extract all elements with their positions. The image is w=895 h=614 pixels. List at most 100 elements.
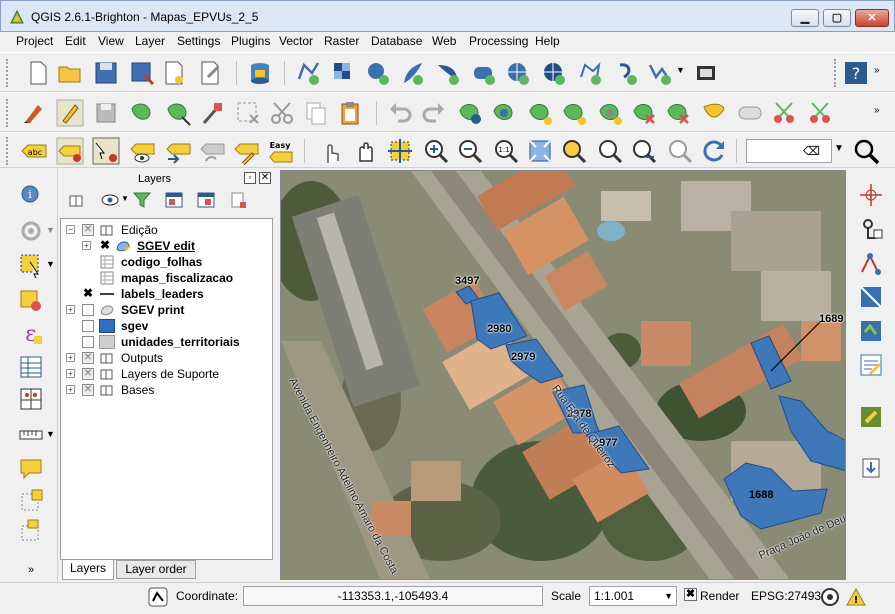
menu-settings[interactable]: Settings: [177, 34, 220, 48]
minimize-button[interactable]: ▁: [791, 9, 819, 27]
identify-settings-icon[interactable]: [18, 218, 44, 244]
move-feature-icon[interactable]: [164, 99, 192, 127]
coordinate-field[interactable]: -113353.1,-105493.4: [243, 586, 543, 606]
toolbar-overflow-icon[interactable]: »: [28, 564, 34, 576]
float-panel-button[interactable]: ▫: [244, 172, 256, 184]
split-features-icon[interactable]: [736, 99, 764, 127]
zoom-next-icon[interactable]: [666, 137, 694, 165]
collapse-all-icon[interactable]: [196, 190, 216, 210]
manage-visibility-icon[interactable]: [100, 190, 120, 210]
move-label-icon[interactable]: [164, 137, 192, 165]
add-delimited-text-layer-icon[interactable]: [612, 59, 640, 87]
zoom-full-icon[interactable]: [526, 137, 554, 165]
layer-checkbox[interactable]: [82, 320, 94, 332]
layer-checkbox[interactable]: ✕: [82, 368, 94, 380]
tree-row-sgev-print[interactable]: + SGEV print: [61, 302, 272, 318]
delete-ring-icon[interactable]: [596, 99, 624, 127]
save-layer-edits-icon[interactable]: [92, 99, 120, 127]
dropdown-arrow-icon[interactable]: ▼: [46, 225, 55, 235]
remove-layer-icon[interactable]: [228, 190, 248, 210]
show-hide-labels-icon[interactable]: [128, 137, 156, 165]
dropdown-arrow-icon[interactable]: ▼: [46, 259, 55, 269]
scale-combobox[interactable]: 1:1.001 ▼: [589, 586, 677, 606]
menu-edit[interactable]: Edit: [65, 34, 86, 48]
layer-checkbox[interactable]: [82, 336, 94, 348]
add-part-icon[interactable]: [526, 99, 554, 127]
expand-icon[interactable]: +: [66, 305, 75, 314]
zoom-actual-size-icon[interactable]: 1:1: [492, 137, 520, 165]
change-label-icon[interactable]: [232, 137, 260, 165]
offset-curve-icon[interactable]: [700, 99, 728, 127]
toggle-editing-icon[interactable]: [56, 99, 84, 127]
paste-features-icon[interactable]: [336, 99, 364, 127]
map-tips-icon[interactable]: [18, 456, 44, 482]
layer-checkbox[interactable]: ✖: [82, 287, 94, 300]
coordinate-capture-icon[interactable]: [148, 587, 168, 607]
topology-checker-icon[interactable]: [858, 250, 884, 276]
layer-checkbox[interactable]: ✕: [82, 352, 94, 364]
tree-row-codigo-folhas[interactable]: codigo_folhas: [61, 254, 272, 270]
locator-search-input[interactable]: ⌫: [746, 139, 832, 163]
map-canvas[interactable]: 3497 2980 2979 2978 2977 1688 1689 Rua E…: [280, 170, 846, 580]
reshape-feature-icon[interactable]: [664, 99, 692, 127]
toolbar-overflow-icon[interactable]: »: [874, 65, 880, 76]
tree-row-unidades-territoriais[interactable]: unidades_territoriais: [61, 334, 272, 350]
cut-features-icon[interactable]: [268, 99, 296, 127]
zoom-out-icon[interactable]: [456, 137, 484, 165]
save-as-icon[interactable]: [128, 59, 156, 87]
add-feature-icon[interactable]: [128, 99, 156, 127]
add-mssql-layer-icon[interactable]: [434, 59, 462, 87]
node-tool-icon[interactable]: [198, 99, 226, 127]
layer-tree[interactable]: − ✕ Edição + ✖ SGEV edit codigo_folhas m…: [60, 218, 273, 560]
layer-labeling-icon[interactable]: abc: [20, 137, 48, 165]
pan-map-icon[interactable]: [352, 137, 380, 165]
import-icon[interactable]: [858, 454, 884, 480]
help-icon[interactable]: ?: [842, 59, 870, 87]
render-checkbox[interactable]: ✖: [684, 588, 697, 601]
new-project-icon[interactable]: [24, 59, 52, 87]
dropdown-arrow-icon[interactable]: ▼: [46, 429, 55, 439]
save-project-icon[interactable]: [92, 59, 120, 87]
rotate-label-icon[interactable]: [198, 137, 226, 165]
menu-processing[interactable]: Processing: [469, 34, 528, 48]
new-shapefile-icon[interactable]: [646, 59, 674, 87]
add-wfs-layer-icon[interactable]: [576, 59, 604, 87]
virtual-layer-icon[interactable]: [692, 59, 720, 87]
expand-icon[interactable]: +: [66, 385, 75, 394]
tab-layers[interactable]: Layers: [62, 560, 114, 580]
add-group-icon[interactable]: [66, 190, 86, 210]
add-wms-layer-icon[interactable]: [504, 59, 532, 87]
menu-layer[interactable]: Layer: [135, 34, 165, 48]
delete-part-icon[interactable]: [630, 99, 658, 127]
new-print-composer-icon[interactable]: [160, 59, 188, 87]
tree-row-layers-de-suporte[interactable]: + ✕ Layers de Suporte: [61, 366, 272, 382]
expand-icon[interactable]: +: [66, 369, 75, 378]
add-spatialite-layer-icon[interactable]: [398, 59, 426, 87]
copy-features-icon[interactable]: [302, 99, 330, 127]
select-features-icon[interactable]: [18, 252, 44, 278]
layer-checkbox[interactable]: ✕: [82, 224, 94, 236]
add-ring-icon[interactable]: [490, 99, 518, 127]
tree-row-outputs[interactable]: + ✕ Outputs: [61, 350, 272, 366]
tab-layer-order[interactable]: Layer order: [116, 560, 196, 579]
layer-checkbox[interactable]: [82, 304, 94, 316]
measure-line-icon[interactable]: [18, 422, 44, 448]
maximize-button[interactable]: ▢: [823, 9, 851, 27]
delete-selected-icon[interactable]: [234, 99, 262, 127]
add-postgis-layer-icon[interactable]: [364, 59, 392, 87]
database-icon[interactable]: [246, 59, 274, 87]
touch-zoom-pan-icon[interactable]: [318, 137, 346, 165]
menu-plugins[interactable]: Plugins: [231, 34, 270, 48]
zoom-to-selection-icon[interactable]: [560, 137, 588, 165]
pan-to-selection-icon[interactable]: [386, 137, 414, 165]
simplify-feature-icon[interactable]: [456, 99, 484, 127]
close-button[interactable]: ✕: [855, 9, 889, 27]
message-log-warning-icon[interactable]: !: [846, 587, 866, 607]
search-icon[interactable]: [852, 137, 880, 165]
toolbar-overflow-icon[interactable]: »: [874, 105, 880, 116]
crosshair-icon[interactable]: [858, 182, 884, 208]
collapse-icon[interactable]: −: [66, 225, 75, 234]
identify-features-icon[interactable]: i: [18, 182, 44, 208]
plugin-icon[interactable]: [858, 404, 884, 430]
layer-checkbox[interactable]: ✖: [99, 239, 111, 252]
